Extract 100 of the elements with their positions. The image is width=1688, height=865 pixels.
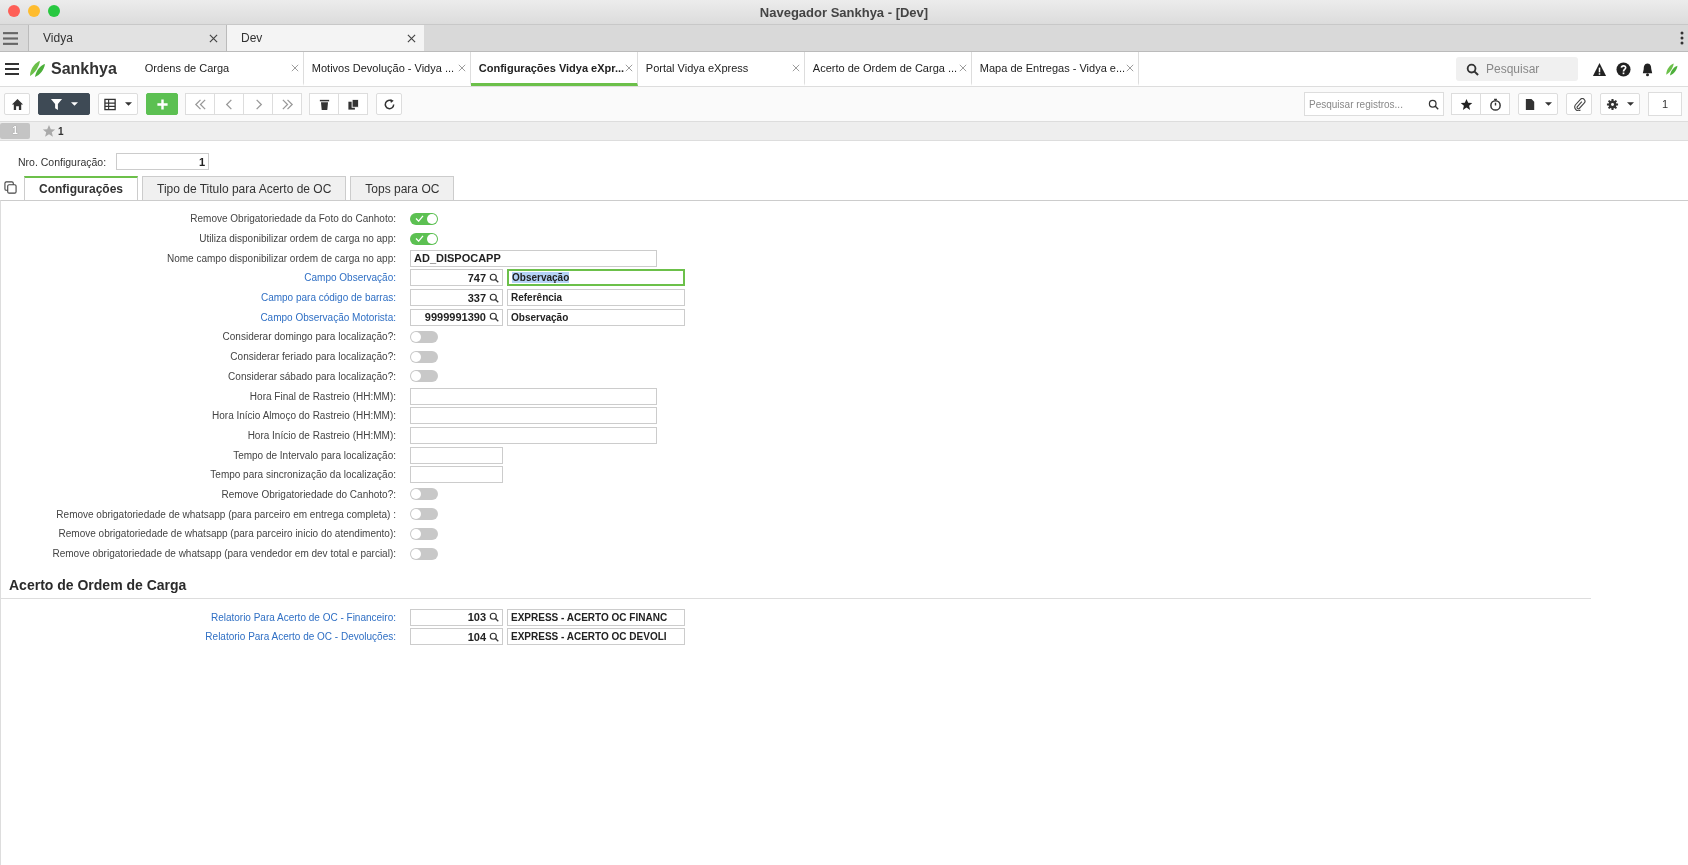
search-icon bbox=[1428, 98, 1439, 110]
delete-button[interactable] bbox=[309, 93, 339, 115]
leaf-logo-icon bbox=[1664, 61, 1679, 77]
input-field[interactable] bbox=[410, 407, 657, 425]
trash-icon bbox=[317, 97, 331, 111]
star-icon[interactable] bbox=[42, 124, 56, 138]
section-title: Acerto de Ordem de Carga bbox=[8, 576, 188, 596]
bell-icon[interactable] bbox=[1640, 61, 1655, 77]
toggle-switch[interactable] bbox=[410, 330, 438, 343]
refresh-icon bbox=[382, 97, 396, 111]
code-field[interactable]: 747 bbox=[410, 269, 503, 287]
code-field[interactable]: 9999991390 bbox=[410, 308, 503, 326]
caret-icon bbox=[71, 102, 78, 106]
field-label: Utiliza disponibilizar ordem de carga no app: bbox=[198, 233, 397, 245]
form-tab[interactable]: Configurações bbox=[24, 176, 138, 200]
toggle-switch[interactable] bbox=[410, 488, 438, 501]
field-label: Considerar feriado para localização?: bbox=[229, 351, 397, 363]
field-label: Considerar domingo para localização?: bbox=[221, 331, 397, 343]
search-icon[interactable] bbox=[489, 272, 499, 283]
field-label: Nome campo disponibilizar ordem de carga no app: bbox=[166, 252, 397, 264]
description-field[interactable]: EXPRESS - ACERTO OC FINANC bbox=[507, 608, 685, 626]
field-link[interactable]: Campo Observação Motorista: bbox=[1, 311, 401, 323]
search-icon[interactable] bbox=[489, 612, 499, 623]
field-link[interactable]: Campo Observação: bbox=[1, 272, 401, 284]
report-button[interactable] bbox=[1518, 93, 1558, 115]
description-field[interactable]: Referência bbox=[507, 289, 685, 307]
window-title: Navegador Sankhya - [Dev] bbox=[759, 4, 929, 20]
first-record-button[interactable] bbox=[185, 93, 215, 115]
previous-record-button[interactable] bbox=[214, 93, 244, 115]
search-icon[interactable] bbox=[489, 631, 499, 642]
favorite-button[interactable] bbox=[1451, 93, 1481, 115]
favorite-count: 1 bbox=[58, 125, 64, 137]
toggle-switch[interactable] bbox=[410, 508, 438, 521]
toggle-switch[interactable] bbox=[410, 527, 438, 540]
app-tab[interactable]: Mapa de Entregas - Vidya e... bbox=[971, 52, 1139, 86]
check-icon bbox=[415, 235, 424, 243]
form-tab[interactable]: Tops para OC bbox=[350, 176, 455, 200]
double-chevron-left-icon bbox=[193, 97, 207, 111]
search-icon[interactable] bbox=[489, 292, 499, 303]
copy-icon[interactable] bbox=[4, 181, 17, 194]
warning-icon[interactable] bbox=[1592, 61, 1607, 77]
input-field[interactable] bbox=[410, 426, 657, 444]
search-icon[interactable] bbox=[489, 312, 499, 323]
filter-button[interactable] bbox=[38, 93, 90, 115]
grid-view-button[interactable] bbox=[98, 93, 138, 115]
toggle-switch[interactable] bbox=[410, 370, 438, 383]
browser-tab[interactable]: Vidya bbox=[28, 25, 226, 51]
plus-icon bbox=[155, 97, 169, 111]
add-button[interactable] bbox=[146, 93, 178, 115]
field-label: Tempo para sincronização da localização: bbox=[209, 469, 397, 481]
attachment-button[interactable] bbox=[1566, 93, 1592, 115]
field-label: Remove Obrigatoriedade da Foto do Canhoto: bbox=[189, 213, 397, 225]
description-field[interactable]: EXPRESS - ACERTO OC DEVOLI bbox=[507, 628, 685, 646]
star-icon bbox=[1459, 97, 1473, 111]
browser-tab[interactable]: Dev bbox=[226, 25, 424, 51]
help-icon[interactable] bbox=[1616, 61, 1631, 77]
menu-icon[interactable] bbox=[5, 63, 19, 75]
code-field[interactable]: 103 bbox=[410, 608, 503, 626]
field-label: Hora Final de Rastreio (HH:MM): bbox=[248, 390, 397, 402]
input-field[interactable] bbox=[410, 466, 503, 484]
settings-button[interactable] bbox=[1600, 93, 1640, 115]
input-field[interactable] bbox=[410, 446, 503, 464]
filter-icon bbox=[50, 97, 63, 111]
description-field[interactable]: Observação bbox=[507, 308, 685, 326]
minimize-icon[interactable] bbox=[28, 5, 40, 17]
refresh-button[interactable] bbox=[376, 93, 402, 115]
code-field[interactable]: 104 bbox=[410, 628, 503, 646]
paperclip-icon bbox=[1572, 97, 1586, 111]
code-field[interactable]: 337 bbox=[410, 289, 503, 307]
next-record-button[interactable] bbox=[243, 93, 273, 115]
field-link[interactable]: Relatorio Para Acerto de OC - Devoluções: bbox=[1, 631, 401, 643]
toggle-switch[interactable] bbox=[410, 350, 438, 363]
maximize-icon[interactable] bbox=[48, 5, 60, 17]
app-tab[interactable]: Ordens de Carga bbox=[136, 52, 304, 86]
home-button[interactable] bbox=[4, 93, 30, 115]
timer-button[interactable] bbox=[1480, 93, 1510, 115]
field-label: Remove Obrigatoriedade do Canhoto?: bbox=[220, 488, 397, 500]
field-label: Hora Início Almoço do Rastreio (HH:MM): bbox=[211, 410, 397, 422]
description-field[interactable]: Observação bbox=[507, 269, 685, 287]
field-link[interactable]: Relatorio Para Acerto de OC - Financeiro: bbox=[1, 611, 401, 623]
more-icon[interactable] bbox=[1680, 31, 1684, 45]
app-tab[interactable]: Acerto de Ordem de Carga ... bbox=[804, 52, 972, 86]
caret-icon bbox=[125, 102, 132, 106]
app-tab[interactable]: Motivos Devolução - Vidya ... bbox=[303, 52, 471, 86]
field-link[interactable]: Campo para código de barras: bbox=[1, 292, 401, 304]
input-field[interactable]: AD_DISPOCAPP bbox=[410, 249, 657, 267]
toggle-switch[interactable] bbox=[410, 547, 438, 560]
app-tab[interactable]: Portal Vidya eXpress bbox=[637, 52, 805, 86]
form-tab[interactable]: Tipo de Titulo para Acerto de OC bbox=[142, 176, 347, 200]
last-record-button[interactable] bbox=[272, 93, 302, 115]
input-field[interactable] bbox=[410, 387, 657, 405]
toggle-switch[interactable] bbox=[410, 212, 438, 225]
copy-icon bbox=[346, 97, 360, 111]
search-records-field[interactable]: Pesquisar registros... bbox=[1304, 92, 1444, 116]
duplicate-button[interactable] bbox=[338, 93, 368, 115]
toggle-switch[interactable] bbox=[410, 232, 438, 245]
close-icon[interactable] bbox=[407, 33, 416, 43]
input-field[interactable]: 1 bbox=[116, 153, 210, 170]
field-label: Remove obrigatoriedade de whatsapp (para parceiro inicio do atendimento): bbox=[57, 528, 397, 540]
close-icon[interactable] bbox=[209, 33, 218, 43]
